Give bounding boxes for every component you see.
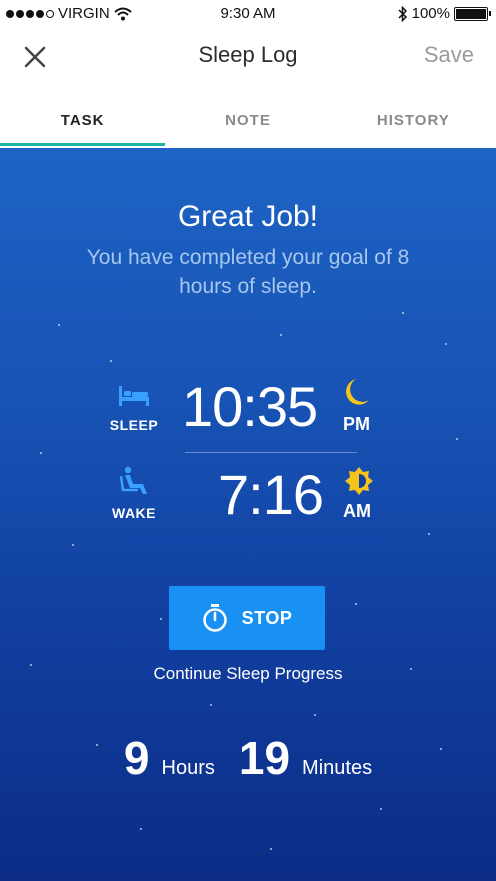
wake-period: AM: [343, 501, 371, 521]
sleep-time[interactable]: 10:35: [182, 374, 318, 439]
nav-header: Sleep Log Save: [0, 28, 496, 88]
duration-minutes-value: 19: [238, 732, 291, 784]
duration-hours-value: 9: [123, 732, 150, 784]
sun-icon: [345, 467, 373, 495]
status-bar: VIRGIN 9:30 AM 100%: [0, 0, 496, 28]
duration-minutes-unit: Minutes: [302, 757, 373, 779]
stop-label: STOP: [241, 607, 293, 628]
time-divider: [185, 452, 357, 453]
bluetooth-icon: [398, 5, 407, 22]
moon-icon: [346, 379, 369, 405]
save-button[interactable]: Save: [424, 42, 474, 68]
goal-message: You have completed your goal of 8 hours …: [86, 246, 410, 298]
seated-person-icon: [119, 466, 147, 494]
status-right: 100%: [398, 5, 491, 22]
page-title: Sleep Log: [198, 42, 298, 67]
sleep-period: PM: [343, 414, 370, 434]
tab-task[interactable]: TASK: [0, 88, 166, 148]
wake-time[interactable]: 7:16: [218, 462, 324, 527]
stop-button[interactable]: STOP: [169, 586, 325, 650]
sleep-label: SLEEP: [109, 417, 159, 433]
sleep-summary-panel: Great Job! You have completed your goal …: [0, 148, 496, 881]
continue-caption: Continue Sleep Progress: [153, 664, 343, 683]
tab-bar: TASK NOTE HISTORY: [0, 88, 496, 148]
stopwatch-icon: [202, 604, 227, 632]
wake-label-block: WAKE: [104, 466, 164, 521]
wake-label: WAKE: [112, 505, 156, 521]
duration-hours-unit: Hours: [161, 757, 215, 779]
sleep-duration: 9 Hours 19 Minutes: [0, 731, 496, 785]
battery-percent: 100%: [411, 5, 450, 22]
tab-note[interactable]: NOTE: [165, 88, 330, 148]
bed-icon: [119, 386, 149, 406]
sleep-label-block: SLEEP: [104, 384, 164, 433]
battery-icon: [454, 6, 491, 21]
tab-history[interactable]: HISTORY: [331, 88, 496, 148]
headline: Great Job!: [177, 200, 319, 233]
